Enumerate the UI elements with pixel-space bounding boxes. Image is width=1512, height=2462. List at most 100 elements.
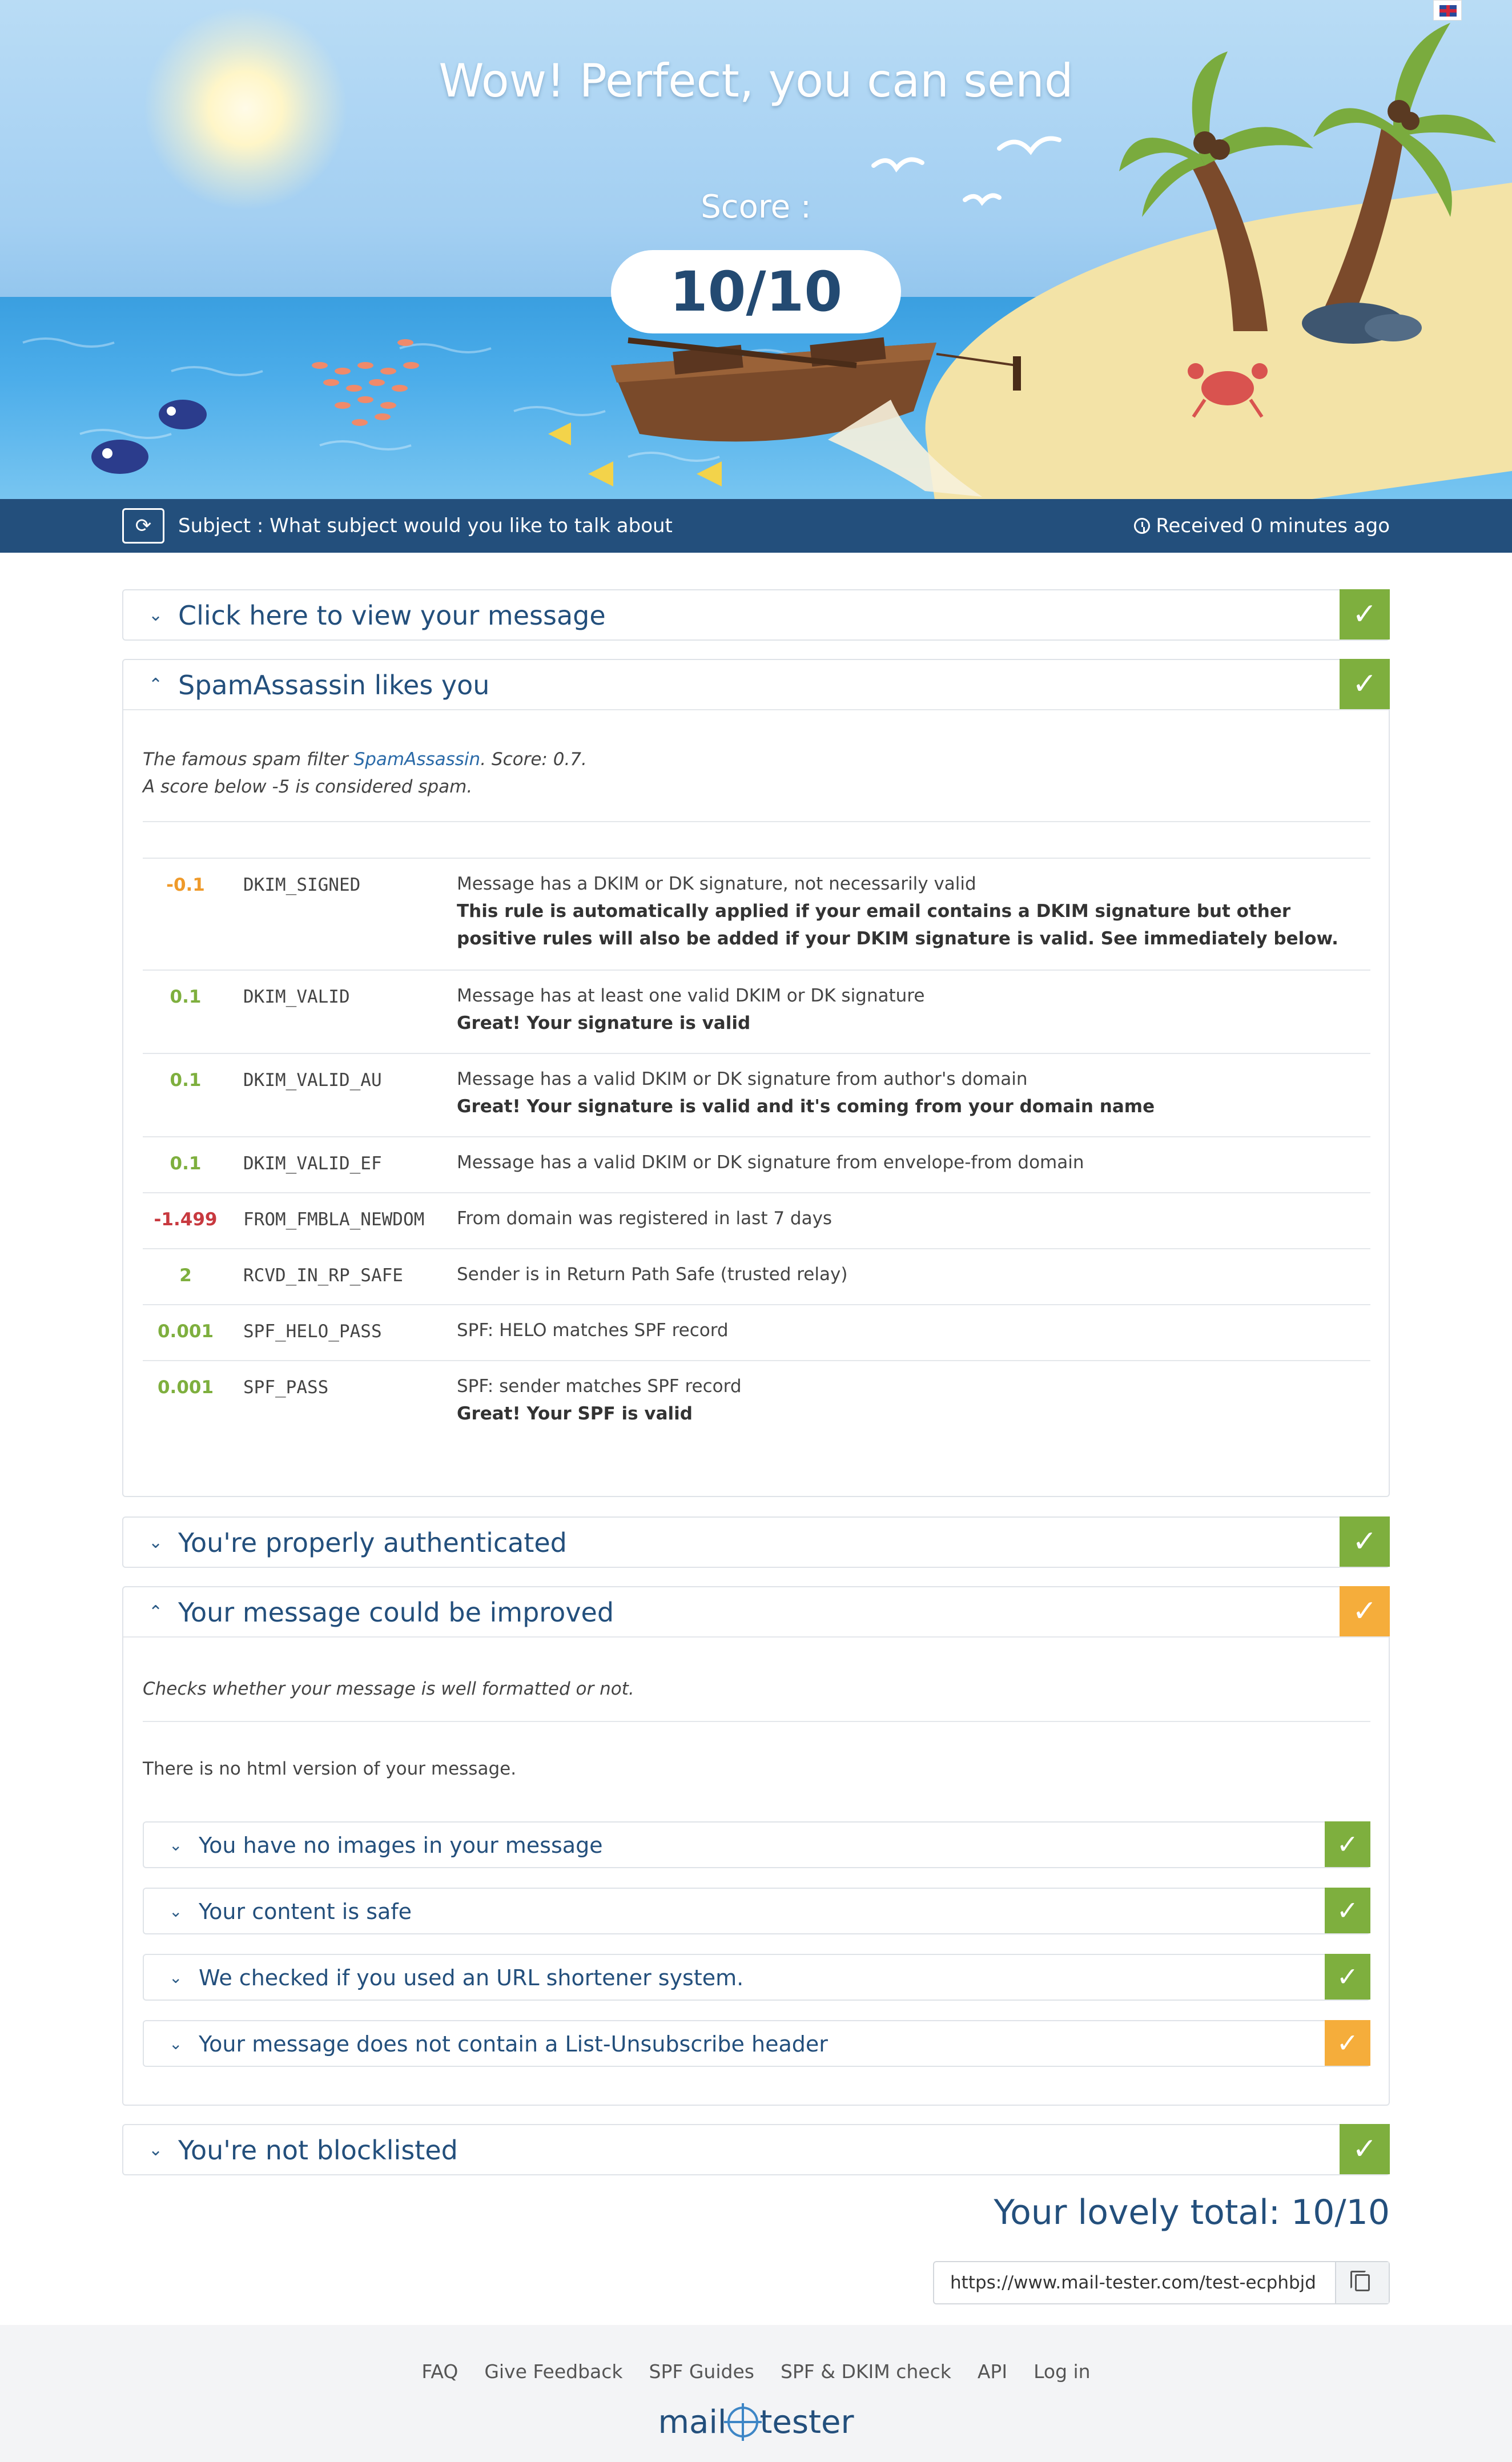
rule-row: -1.499 FROM_FMBLA_NEWDOM From domain was… [143,1192,1370,1248]
footer-link-login[interactable]: Log in [1034,2360,1091,2383]
subject-text: Subject : What subject would you like to… [178,514,673,537]
rule-row: 0.001 SPF_PASS SPF: sender matches SPF r… [143,1360,1370,1443]
rule-name: DKIM_VALID_AU [243,1070,382,1091]
received-time: Received 0 minutes ago [1134,499,1390,553]
spamassassin-link[interactable]: SpamAssassin [354,749,481,770]
total-score: Your lovely total: 10/10 [994,2193,1390,2232]
panel-title: Click here to view your message [178,600,606,631]
rule-score: 0.1 [170,1070,202,1091]
rule-row: 0.1 DKIM_VALID Message has at least one … [143,969,1370,1053]
subpanel-title: Your content is safe [199,1899,412,1924]
rule-desc: SPF: sender matches SPF record Great! You… [457,1373,1359,1427]
check-icon: ✓ [1340,589,1390,639]
rule-note: Great! Your SPF is valid [457,1403,693,1424]
footer-link-spf-guides[interactable]: SPF Guides [649,2360,754,2383]
rule-score: 0.1 [170,1153,202,1174]
rule-note: Great! Your signature is valid and it's … [457,1096,1155,1117]
language-switcher[interactable] [1433,0,1462,21]
rule-desc: Message has a valid DKIM or DK signature… [457,1065,1359,1120]
subpanel-title: You have no images in your message [199,1833,603,1858]
chevron-down-icon: ⌄ [169,2034,183,2053]
subpanel-content-safe[interactable]: ⌄ Your content is safe ✓ [143,1888,1370,1934]
footer-link-api[interactable]: API [978,2360,1007,2383]
check-icon: ✓ [1340,1586,1390,1636]
refresh-button[interactable]: ⟳ [122,508,164,544]
chevron-down-icon: ⌄ [148,605,163,625]
chevron-down-icon: ⌄ [148,2140,163,2160]
panel-title: Your message could be improved [178,1597,614,1628]
check-icon: ✓ [1325,2020,1370,2066]
rule-row: 0.001 SPF_HELO_PASS SPF: HELO matches SP… [143,1304,1370,1360]
chevron-down-icon: ⌄ [169,1836,183,1854]
rule-name: FROM_FMBLA_NEWDOM [243,1209,425,1230]
rule-note: Great! Your signature is valid [457,1013,751,1033]
subject-bar: ⟳ Subject : What subject would you like … [0,499,1512,553]
panel-authentication-header[interactable]: ⌄ You're properly authenticated ✓ [123,1516,1390,1568]
rule-row: 0.1 DKIM_VALID_AU Message has a valid DK… [143,1053,1370,1136]
rule-name: SPF_PASS [243,1377,329,1398]
chevron-up-icon: ⌃ [148,675,163,695]
rule-score: 0.001 [157,1377,214,1398]
rule-note: This rule is automatically applied if yo… [457,901,1338,949]
panel-blocklist: ⌄ You're not blocklisted ✓ [122,2124,1390,2175]
rule-desc: Message has a DKIM or DK signature, not … [457,870,1359,952]
panel-blocklist-header[interactable]: ⌄ You're not blocklisted ✓ [123,2124,1390,2175]
intro-suffix: . Score: 0.7. [480,749,587,770]
chevron-down-icon: ⌄ [169,1902,183,1921]
refresh-icon: ⟳ [135,514,152,537]
rule-desc: From domain was registered in last 7 day… [457,1208,833,1229]
subpanel-images[interactable]: ⌄ You have no images in your message ✓ [143,1821,1370,1868]
check-icon: ✓ [1325,1888,1370,1933]
brand-left: mail [658,2404,727,2441]
no-html-notice: There is no html version of your message… [143,1759,517,1779]
check-icon: ✓ [1340,659,1390,709]
chevron-down-icon: ⌄ [169,1968,183,1987]
subpanel-title: Your message does not contain a List-Uns… [199,2031,828,2057]
panel-message-format: ⌃ Your message could be improved ✓ Check… [122,1586,1390,2106]
subpanel-title: We checked if you used an URL shortener … [199,1965,744,1990]
copy-button[interactable] [1335,2262,1389,2303]
check-icon: ✓ [1325,1821,1370,1867]
copy-icon [1350,2271,1370,2291]
check-icon: ✓ [1340,1516,1390,1567]
panel-view-message: ⌄ Click here to view your message ✓ [122,589,1390,641]
panel-title: SpamAssassin likes you [178,670,490,701]
brand-logo[interactable]: mail tester [0,2403,1512,2441]
format-intro: Checks whether your message is well form… [143,1679,634,1699]
rule-score: 2 [179,1265,192,1286]
rule-name: DKIM_SIGNED [243,875,361,895]
chevron-down-icon: ⌄ [148,1532,163,1552]
rule-name: SPF_HELO_PASS [243,1321,382,1342]
rule-row: 0.1 DKIM_VALID_EF Message has a valid DK… [143,1136,1370,1192]
panel-authentication: ⌄ You're properly authenticated ✓ [122,1516,1390,1568]
divider [143,821,1370,822]
share-url-field[interactable]: https://www.mail-tester.com/test-ecphbjd… [933,2261,1390,2304]
panel-title: You're properly authenticated [178,1527,567,1558]
footer-link-faq[interactable]: FAQ [421,2360,458,2383]
panel-view-message-header[interactable]: ⌄ Click here to view your message ✓ [123,589,1390,641]
footer-link-feedback[interactable]: Give Feedback [484,2360,622,2383]
footer-link-spf-dkim[interactable]: SPF & DKIM check [781,2360,951,2383]
clock-icon [1134,518,1151,534]
rule-score: 0.1 [170,987,202,1007]
rule-row: -0.1 DKIM_SIGNED Message has a DKIM or D… [143,858,1370,969]
panel-message-format-header[interactable]: ⌃ Your message could be improved ✓ [123,1586,1390,1638]
spamassassin-intro: The famous spam filter SpamAssassin. Sco… [143,746,587,800]
brand-right: tester [759,2404,854,2441]
panel-spamassassin-header[interactable]: ⌃ SpamAssassin likes you ✓ [123,659,1390,710]
rule-row: 2 RCVD_IN_RP_SAFE Sender is in Return Pa… [143,1248,1370,1304]
footer: FAQ Give Feedback SPF Guides SPF & DKIM … [0,2325,1512,2462]
rule-desc: SPF: HELO matches SPF record [457,1320,729,1341]
divider [143,1721,1370,1722]
rule-name: DKIM_VALID_EF [243,1153,382,1174]
subpanel-list-unsubscribe[interactable]: ⌄ Your message does not contain a List-U… [143,2020,1370,2067]
uk-flag-icon [1439,5,1457,17]
rule-desc: Sender is in Return Path Safe (trusted r… [457,1264,848,1285]
hero-title: Wow! Perfect, you can send [439,54,1073,107]
share-url-text[interactable]: https://www.mail-tester.com/test-ecphbjd… [950,2262,1316,2303]
score-label: Score : [701,188,811,226]
rule-name: DKIM_VALID [243,987,350,1007]
subpanel-url-shortener[interactable]: ⌄ We checked if you used an URL shortene… [143,1954,1370,2001]
ship-wheel-icon [724,2403,762,2441]
score-value: 10/10 [611,250,901,333]
